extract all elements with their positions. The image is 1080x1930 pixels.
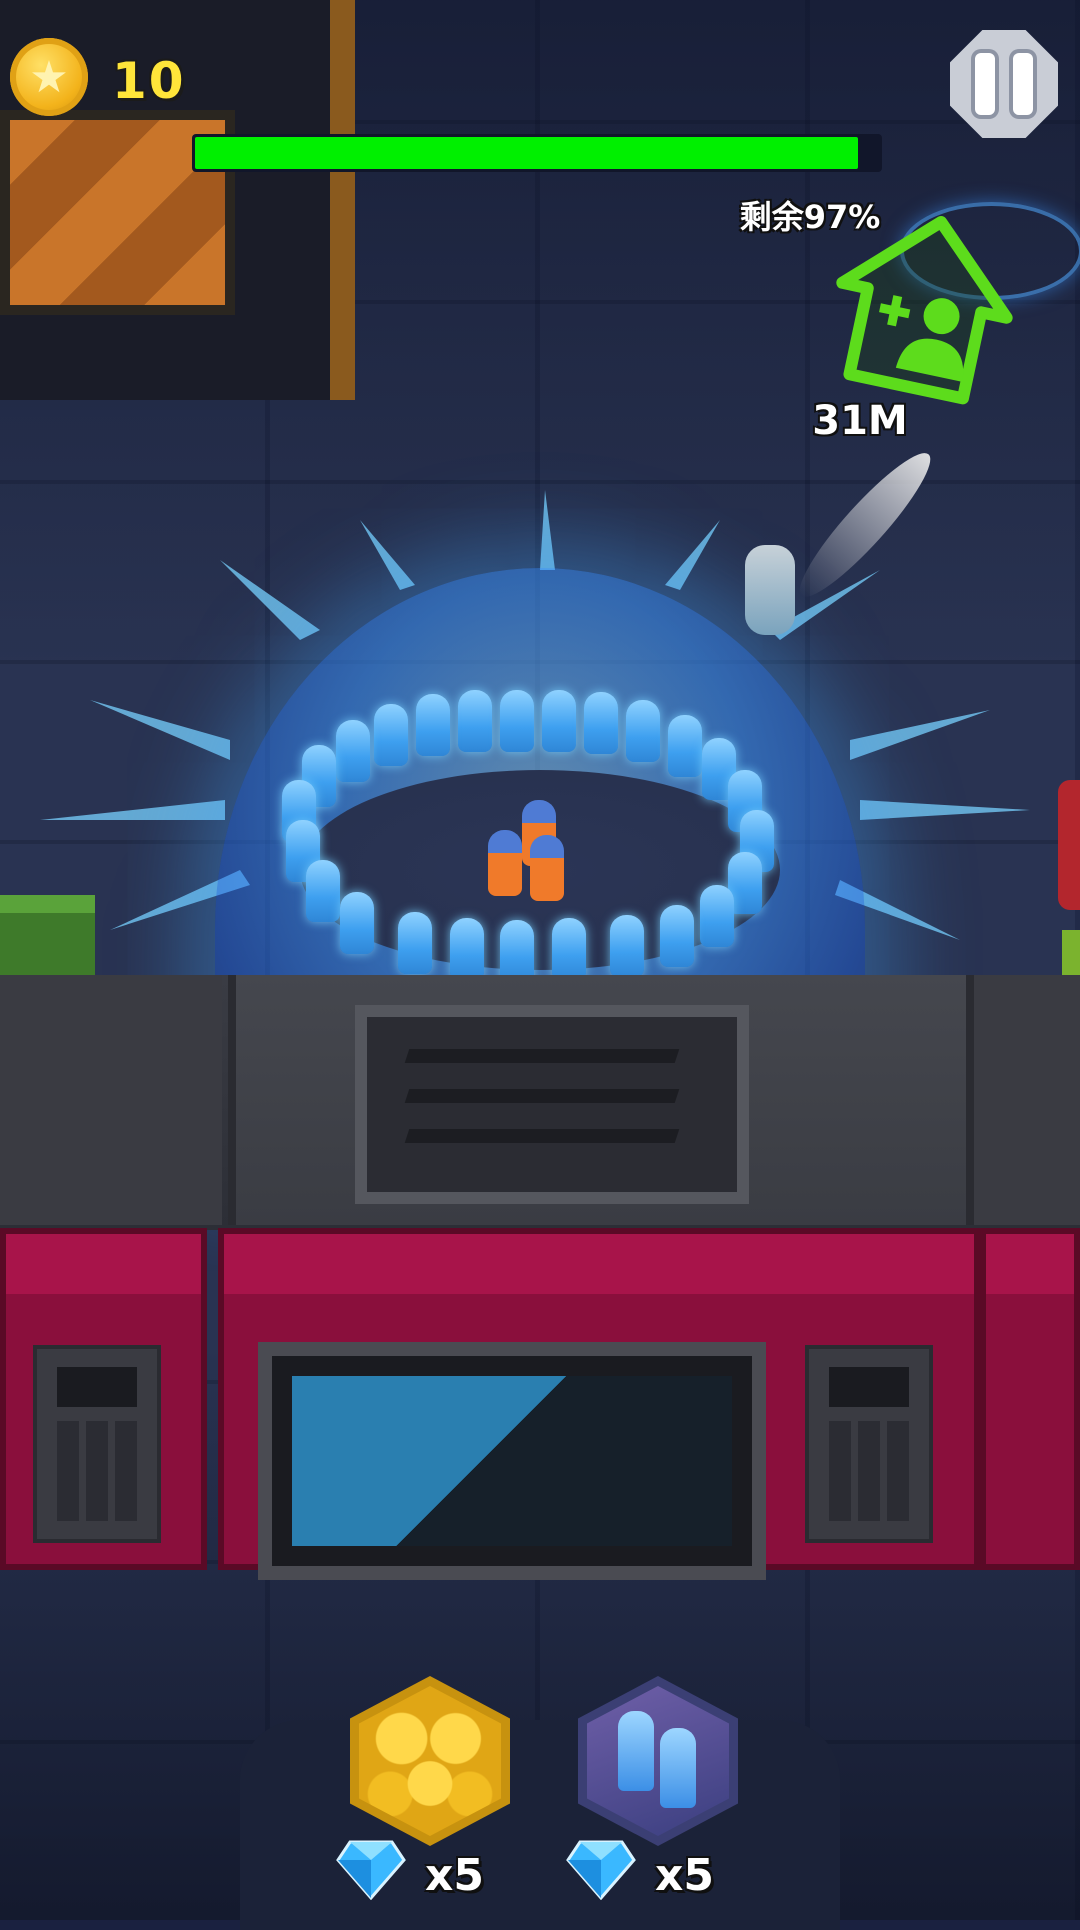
star-coin-icon: ★	[10, 38, 88, 116]
soldier	[416, 694, 450, 756]
soldier	[398, 912, 432, 974]
soldier	[552, 918, 586, 980]
soldier	[458, 690, 492, 752]
soldier-powerup-button[interactable]	[578, 1676, 753, 1851]
soldiers-icon	[578, 1676, 738, 1846]
soldier	[336, 720, 370, 782]
honeycomb-powerup-button[interactable]	[350, 1676, 525, 1851]
microwave-keypad	[33, 1345, 161, 1543]
vent-slot	[404, 1089, 680, 1103]
powerup-cost: x5	[425, 1850, 484, 1901]
enemy-swordsman	[745, 545, 795, 635]
soldier	[610, 915, 644, 977]
diamond-icon	[566, 1840, 636, 1900]
soldier	[374, 704, 408, 766]
microwave-window	[258, 1342, 766, 1580]
soldiers-backdrop	[587, 1686, 729, 1836]
vent-slot	[404, 1129, 680, 1143]
level-progress-fill	[195, 137, 858, 169]
coin-count: 10	[112, 52, 186, 110]
mini-soldier	[660, 1728, 696, 1808]
mini-soldier	[618, 1711, 654, 1791]
soldier	[626, 700, 660, 762]
vent-slot	[404, 1049, 680, 1063]
soldier	[584, 692, 618, 754]
soldier	[700, 885, 734, 947]
soldier	[500, 920, 534, 982]
keypad-keys	[829, 1421, 909, 1521]
soldier	[660, 905, 694, 967]
soldier	[340, 892, 374, 954]
microwave-right-body	[980, 1228, 1080, 1570]
soldier	[668, 715, 702, 777]
soldier	[306, 860, 340, 922]
honeycomb-icon	[350, 1676, 510, 1846]
microwave-glass	[292, 1376, 732, 1546]
soldier	[450, 918, 484, 980]
level-progress-bar	[192, 134, 882, 172]
diamond-icon	[336, 1840, 406, 1900]
hero-soldier	[488, 830, 522, 896]
pause-icon	[1013, 53, 1033, 115]
distance-text: 31M	[812, 398, 908, 444]
hero-soldier	[530, 835, 564, 901]
keypad-keys	[57, 1421, 137, 1521]
pause-icon	[975, 53, 995, 115]
keypad-screen	[57, 1367, 137, 1407]
microwave-vent	[355, 1005, 749, 1204]
honeycomb-cells	[359, 1686, 501, 1836]
powerup-cost: x5	[655, 1850, 714, 1901]
add-soldier-house-icon[interactable]	[830, 212, 1015, 412]
microwave-right-top	[962, 975, 1080, 1225]
soldier	[500, 690, 534, 752]
keypad-screen	[829, 1367, 909, 1407]
microwave-left-top	[0, 975, 222, 1225]
soldier	[542, 690, 576, 752]
microwave-keypad	[805, 1345, 933, 1543]
